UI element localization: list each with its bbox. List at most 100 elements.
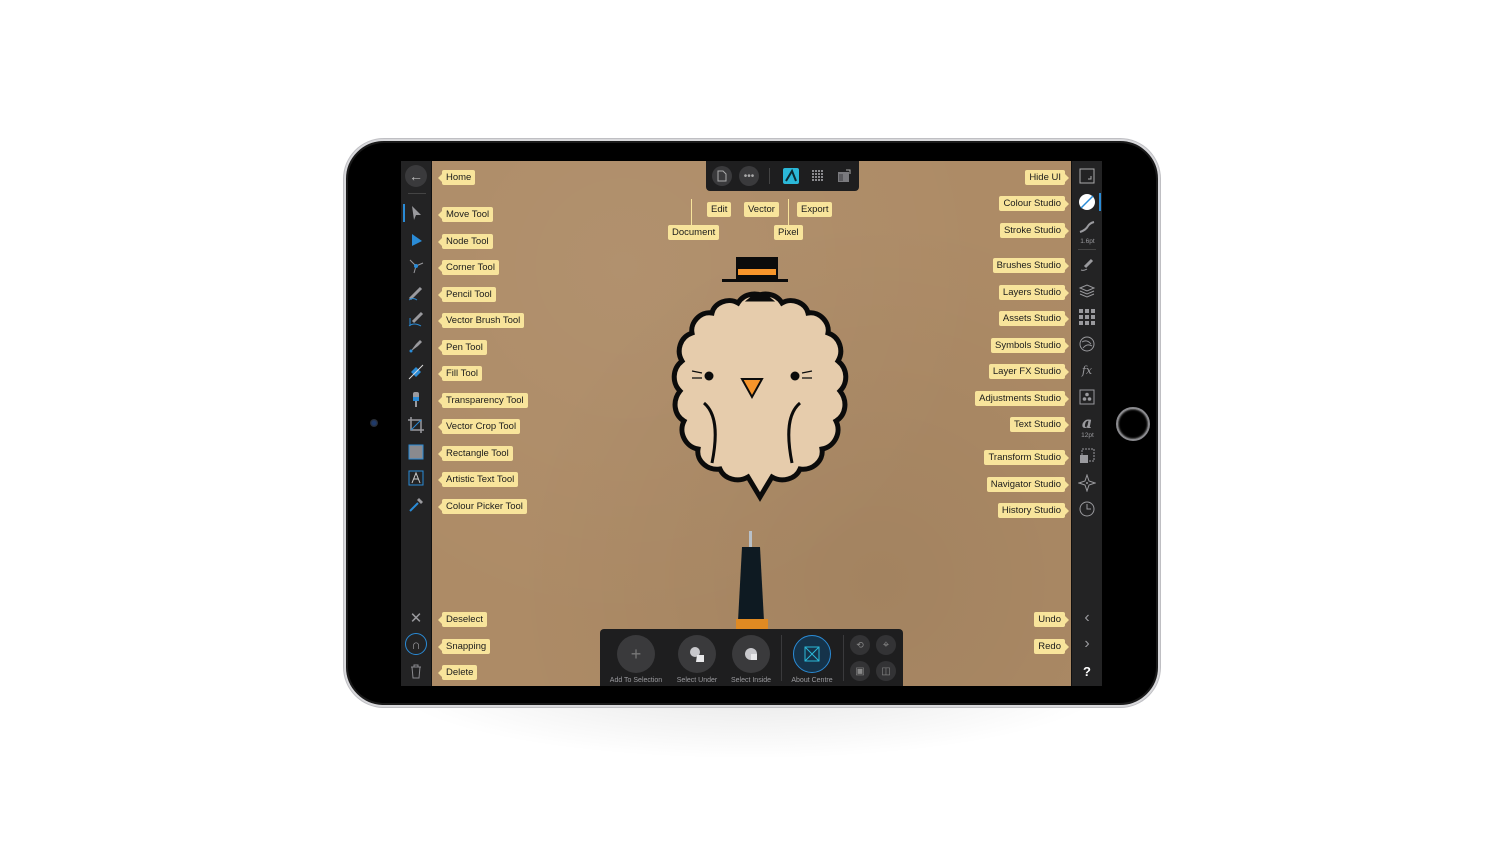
home-back-button[interactable]: ←	[405, 165, 427, 187]
select-inside-button[interactable]	[732, 635, 770, 673]
adjustments-icon	[1079, 389, 1095, 405]
vector-brush-icon	[408, 311, 424, 327]
callout-vector-brush-tool: Vector Brush Tool	[437, 313, 525, 328]
stroke-size-value: 1.6pt	[1080, 238, 1095, 245]
x-icon: ✕	[409, 610, 423, 627]
fill-tool-button[interactable]	[405, 361, 427, 383]
pen-nib-icon	[409, 340, 422, 353]
crosshair-icon: ⌖	[882, 638, 890, 651]
bird-artwork[interactable]	[632, 251, 872, 551]
delete-button[interactable]	[405, 660, 427, 682]
move-tool-button[interactable]	[405, 202, 427, 224]
vector-persona-icon	[783, 168, 799, 184]
about-centre-label: About Centre	[791, 677, 833, 684]
bird-eye-right	[790, 371, 800, 381]
layer-fx-studio-button[interactable]: fx	[1076, 359, 1098, 381]
canvas[interactable]: ••• Document Edit Vector Pixel Export Ho…	[432, 161, 1071, 686]
context-divider	[843, 635, 844, 681]
redo-button[interactable]: ›	[1076, 633, 1098, 655]
rectangle-tool-button[interactable]	[405, 441, 427, 463]
app-screen: ••• Document Edit Vector Pixel Export Ho…	[401, 161, 1102, 686]
toolbar-separator	[408, 193, 426, 194]
hide-ui-button[interactable]	[1076, 165, 1098, 187]
pen-tip	[736, 531, 768, 631]
about-centre-button[interactable]	[793, 635, 831, 673]
artistic-text-tool-button[interactable]	[405, 467, 427, 489]
navigator-studio-button[interactable]	[1076, 472, 1098, 494]
colour-studio-button[interactable]	[1076, 191, 1098, 213]
callout-pen-tool: Pen Tool	[438, 340, 487, 355]
pen-tool-button[interactable]	[405, 335, 427, 357]
node-arrow-icon	[412, 234, 422, 246]
undo-button[interactable]: ‹	[1076, 607, 1098, 629]
select-inside-icon	[745, 648, 757, 660]
history-studio-button[interactable]	[1076, 498, 1098, 520]
text-studio-button[interactable]: a	[1076, 411, 1098, 433]
deselect-button[interactable]: ✕	[405, 607, 427, 629]
pixel-grid-icon	[812, 170, 823, 181]
stroke-studio-button[interactable]	[1076, 217, 1098, 239]
corner-tool-button[interactable]	[405, 255, 427, 277]
move-arrow-icon	[412, 206, 421, 220]
history-clock-icon	[1079, 501, 1095, 517]
add-to-selection-label: Add To Selection	[609, 677, 663, 684]
symbols-studio-button[interactable]	[1076, 333, 1098, 355]
help-button[interactable]: ?	[1076, 660, 1098, 682]
pixel-persona-button[interactable]	[809, 167, 827, 185]
layers-studio-button[interactable]	[1076, 280, 1098, 302]
callout-brushes-studio: Brushes Studio	[992, 258, 1070, 273]
trash-icon	[411, 664, 421, 679]
bounding-box-icon: ▣	[855, 665, 865, 677]
help-question-icon: ?	[1083, 663, 1091, 679]
edit-button[interactable]: •••	[739, 166, 759, 186]
right-toolbar: 1.6pt fx a 12pt ‹ › ?	[1071, 161, 1102, 686]
callout-vector-crop-tool: Vector Crop Tool	[437, 419, 521, 434]
assets-studio-button[interactable]	[1076, 306, 1098, 328]
colour-picker-tool-button[interactable]	[405, 494, 427, 516]
callout-pencil-tool: Pencil Tool	[438, 287, 496, 302]
brushes-studio-button[interactable]	[1076, 253, 1098, 275]
callout-assets-studio: Assets Studio	[998, 311, 1070, 326]
hide-ui-icon	[1079, 168, 1095, 184]
navigator-compass-icon	[1078, 474, 1096, 492]
callout-document: Document	[668, 225, 720, 240]
callout-adjustments-studio: Adjustments Studio	[975, 391, 1069, 406]
bounding-box-button[interactable]: ▣	[850, 661, 870, 681]
transparency-icon	[413, 392, 419, 407]
home-button[interactable]	[1116, 407, 1150, 441]
view-toggle-button[interactable]: ◫	[876, 661, 896, 681]
chevron-right-icon: ›	[1084, 635, 1090, 652]
select-under-button[interactable]	[678, 635, 716, 673]
add-to-selection-button[interactable]: +	[617, 635, 655, 673]
transform-icon	[1080, 448, 1095, 463]
plus-icon: +	[630, 643, 642, 664]
eyedropper-icon	[409, 498, 423, 512]
callout-corner-tool: Corner Tool	[438, 260, 499, 275]
callout-edit: Edit	[707, 202, 732, 217]
snapping-button[interactable]: ∩	[405, 633, 427, 655]
export-persona-button[interactable]	[835, 167, 853, 185]
magnet-icon: ∩	[411, 636, 421, 652]
callout-text-studio: Text Studio	[1010, 417, 1069, 432]
vector-crop-tool-button[interactable]	[405, 414, 427, 436]
document-button[interactable]	[712, 166, 732, 186]
callout-hide-ui: Hide UI	[1025, 170, 1069, 185]
eye-frame-icon: ◫	[881, 665, 891, 677]
callout-layer-fx-studio: Layer FX Studio	[988, 364, 1070, 379]
transform-origin-icon: ⟲	[856, 639, 864, 650]
vector-persona-button[interactable]	[782, 167, 800, 185]
transparency-tool-button[interactable]	[405, 388, 427, 410]
callout-transform-studio: Transform Studio	[984, 450, 1069, 465]
callout-vector: Vector	[744, 202, 779, 217]
transform-origin-button[interactable]: ⟲	[850, 635, 870, 655]
callout-transparency-tool: Transparency Tool	[438, 393, 528, 408]
adjustments-studio-button[interactable]	[1076, 386, 1098, 408]
crosshair-button[interactable]: ⌖	[876, 635, 896, 655]
leader-line	[691, 199, 692, 225]
vector-brush-tool-button[interactable]	[405, 308, 427, 330]
callout-snapping: Snapping	[437, 639, 491, 654]
node-tool-button[interactable]	[405, 229, 427, 251]
callout-move-tool: Move Tool	[437, 207, 494, 222]
pencil-tool-button[interactable]	[405, 282, 427, 304]
transform-studio-button[interactable]	[1076, 445, 1098, 467]
